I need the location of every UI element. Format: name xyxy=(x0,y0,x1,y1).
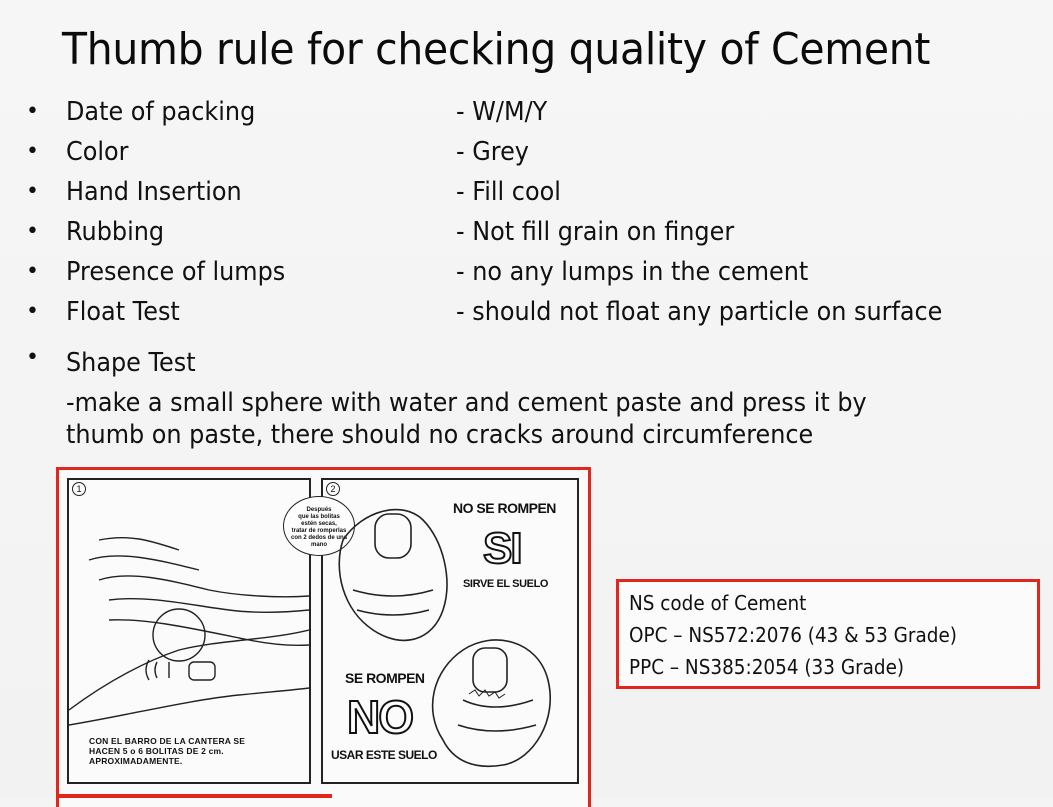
bullet-label: Color xyxy=(66,137,129,167)
description-line: thumb on paste, there should no cracks a… xyxy=(66,420,814,450)
panel-number: 1 xyxy=(72,482,86,496)
usar-este-suelo-label: USAR ESTE SUELO xyxy=(331,748,437,762)
bullet-dot-icon: • xyxy=(26,139,39,164)
hand-with-sphere-drawing xyxy=(69,536,309,726)
bullet-dot-icon: • xyxy=(26,179,39,204)
bullet-dot-icon: • xyxy=(26,219,39,244)
shape-test-description: -make a small sphere with water and ceme… xyxy=(66,387,986,451)
bullet-row: • Date of packing - W/M/Y xyxy=(22,92,1042,132)
shape-test-illustration: 1 CON EL BARRO DE LA CANTERA SE HACEN 5 … xyxy=(56,467,591,807)
shape-test-label: Shape Test xyxy=(66,348,196,378)
illustration-panel-2: 2 Después que las bolitas estén secas, t… xyxy=(283,478,579,784)
bullet-label: Rubbing xyxy=(66,217,165,247)
se-rompen-heading: SE ROMPEN xyxy=(345,670,425,686)
no-label: NO xyxy=(346,690,415,744)
illustration-panel-1: 1 CON EL BARRO DE LA CANTERA SE HACEN 5 … xyxy=(67,478,311,784)
bullet-label: Date of packing xyxy=(66,97,256,127)
bullet-value: - Fill cool xyxy=(456,177,561,207)
bullet-dot-icon: • xyxy=(26,259,39,284)
frame-bottom-edge xyxy=(56,794,332,798)
bullet-label: Presence of lumps xyxy=(66,257,286,287)
bullet-row: • Hand Insertion - Fill cool xyxy=(22,172,1042,212)
ns-code-line: PPC – NS385:2054 (33 Grade) xyxy=(629,655,905,679)
bullet-value: - should not float any particle on surfa… xyxy=(456,297,943,327)
panel-1-caption: CON EL BARRO DE LA CANTERA SE HACEN 5 o … xyxy=(89,736,245,766)
bullet-dot-icon: • xyxy=(26,345,39,370)
bullet-row: • Float Test - should not float any part… xyxy=(22,292,1042,332)
description-line: -make a small sphere with water and ceme… xyxy=(66,388,867,418)
slide: Thumb rule for checking quality of Cemen… xyxy=(0,0,1053,807)
caption-line: CON EL BARRO DE LA CANTERA SE xyxy=(89,736,246,746)
bullet-label: Hand Insertion xyxy=(66,177,242,207)
ns-code-box: NS code of Cement OPC – NS572:2076 (43 &… xyxy=(616,579,1040,689)
bullet-dot-icon: • xyxy=(26,99,39,124)
bullet-row: • Presence of lumps - no any lumps in th… xyxy=(22,252,1042,292)
ns-code-line: OPC – NS572:2076 (43 & 53 Grade) xyxy=(629,623,957,647)
bullet-value: - W/M/Y xyxy=(456,97,548,127)
bullet-label: Float Test xyxy=(66,297,180,327)
slide-title: Thumb rule for checking quality of Cemen… xyxy=(62,24,931,75)
bullet-dot-icon: • xyxy=(26,299,39,324)
bullet-value: - Not fill grain on finger xyxy=(456,217,735,247)
bullet-value: - Grey xyxy=(456,137,529,167)
bullet-row: • Color - Grey xyxy=(22,132,1042,172)
no-se-rompen-heading: NO SE ROMPEN xyxy=(453,500,556,516)
ns-code-heading: NS code of Cement xyxy=(629,591,807,615)
caption-line: HACEN 5 o 6 BOLITAS DE 2 cm. xyxy=(89,746,224,756)
bullet-value: - no any lumps in the cement xyxy=(456,257,809,287)
sirve-el-suelo-label: SIRVE EL SUELO xyxy=(463,578,549,590)
bullet-row: • Rubbing - Not fill grain on finger xyxy=(22,212,1042,252)
caption-line: APROXIMADAMENTE. xyxy=(89,756,183,766)
si-label: SI xyxy=(482,523,524,574)
bullet-list: • Date of packing - W/M/Y • Color - Grey… xyxy=(22,92,1042,332)
